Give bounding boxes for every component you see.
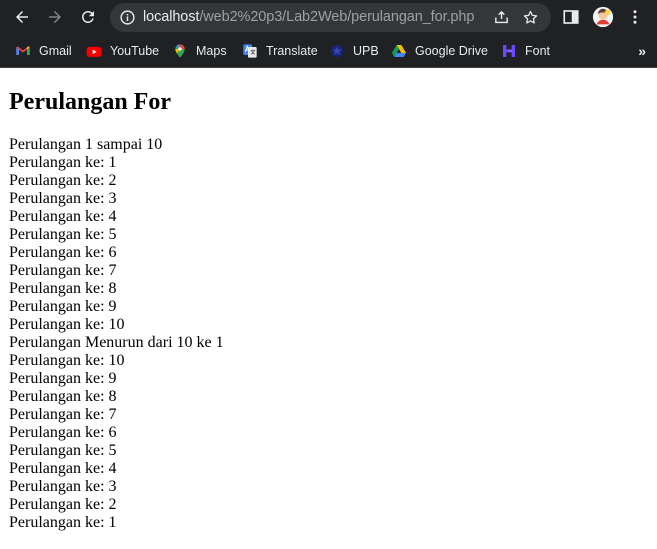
output-line: Perulangan ke: 5 xyxy=(9,226,117,243)
arrow-left-icon xyxy=(16,11,28,23)
output-line: Perulangan ke: 10 xyxy=(9,316,125,333)
bookmark-label: Google Drive xyxy=(415,44,488,58)
output-line: Perulangan ke: 5 xyxy=(9,442,117,459)
output-line: Perulangan ke: 6 xyxy=(9,244,117,261)
arrow-right-icon xyxy=(49,11,61,23)
avatar-icon xyxy=(592,6,614,28)
info-icon[interactable] xyxy=(119,9,136,26)
translate-icon xyxy=(242,43,258,59)
bookmark-google-drive[interactable]: Google Drive xyxy=(391,41,488,61)
profile-avatar-button[interactable] xyxy=(592,6,614,28)
youtube-icon xyxy=(86,43,102,59)
output-line: Perulangan ke: 9 xyxy=(9,370,117,387)
output-line: Perulangan ke: 7 xyxy=(9,406,117,423)
output-line: Perulangan ke: 3 xyxy=(9,478,117,495)
menu-button[interactable] xyxy=(624,6,646,28)
more-vertical-icon xyxy=(633,10,637,24)
page-title: Perulangan For xyxy=(9,89,171,115)
bookmark-font[interactable]: Font xyxy=(501,41,550,61)
star-icon[interactable] xyxy=(522,9,539,26)
reload-button[interactable] xyxy=(76,5,100,29)
bookmarks-bar: Gmail YouTube Maps Translate UPB Google … xyxy=(0,35,657,68)
output-line: Perulangan ke: 8 xyxy=(9,280,117,297)
url-host: localhost xyxy=(143,9,200,25)
output-lines: Perulangan 1 sampai 10 Perulangan ke: 1 Pe… xyxy=(9,136,649,532)
output-line: Perulangan ke: 1 xyxy=(9,514,117,531)
back-button[interactable] xyxy=(10,5,34,29)
upb-icon xyxy=(329,43,345,59)
output-line: Perulangan 1 sampai 10 xyxy=(9,136,163,153)
output-line: Perulangan ke: 1 xyxy=(9,154,117,171)
bookmark-label: UPB xyxy=(353,44,379,58)
bookmark-maps[interactable]: Maps xyxy=(172,41,227,61)
share-icon[interactable] xyxy=(493,9,510,26)
bookmark-youtube[interactable]: YouTube xyxy=(86,41,159,61)
output-line: Perulangan ke: 2 xyxy=(9,172,117,189)
output-line: Perulangan Menurun dari 10 ke 1 xyxy=(9,334,224,351)
bookmark-upb[interactable]: UPB xyxy=(329,41,379,61)
bookmark-label: YouTube xyxy=(110,44,160,58)
reload-icon xyxy=(82,11,94,23)
url-text[interactable]: localhost/web2%20p3/Lab2Web/perulangan_f… xyxy=(143,9,474,26)
bookmark-label: Translate xyxy=(266,44,318,58)
bookmark-label: Maps xyxy=(196,44,227,58)
maps-icon xyxy=(172,43,188,59)
output-line: Perulangan ke: 2 xyxy=(9,496,117,513)
browser-toolbar: localhost/web2%20p3/Lab2Web/perulangan_f… xyxy=(0,0,657,35)
output-line: Perulangan ke: 8 xyxy=(9,388,117,405)
side-panel-button[interactable] xyxy=(560,6,582,28)
page-content: Perulangan For Perulangan 1 sampai 10 Per… xyxy=(9,68,649,532)
output-line: Perulangan ke: 3 xyxy=(9,190,117,207)
side-panel-icon xyxy=(563,10,579,24)
gmail-icon xyxy=(15,43,31,59)
output-line: Perulangan ke: 4 xyxy=(9,208,117,225)
bookmark-translate[interactable]: Translate xyxy=(242,41,318,61)
output-line: Perulangan ke: 6 xyxy=(9,424,117,441)
output-line: Perulangan ke: 4 xyxy=(9,460,117,477)
bookmark-label: Font xyxy=(525,44,551,58)
url-path: /web2%20p3/Lab2Web/perulangan_for.php xyxy=(199,9,475,25)
more-bookmarks-button[interactable]: » xyxy=(638,43,646,59)
forward-button[interactable] xyxy=(43,5,67,29)
font-icon xyxy=(501,43,517,59)
bookmark-label: Gmail xyxy=(39,44,72,58)
output-line: Perulangan ke: 7 xyxy=(9,262,117,279)
output-line: Perulangan ke: 10 xyxy=(9,352,125,369)
output-line: Perulangan ke: 9 xyxy=(9,298,117,315)
bookmark-gmail[interactable]: Gmail xyxy=(15,41,72,61)
address-bar[interactable]: localhost/web2%20p3/Lab2Web/perulangan_f… xyxy=(110,3,551,32)
google-drive-icon xyxy=(391,43,407,59)
